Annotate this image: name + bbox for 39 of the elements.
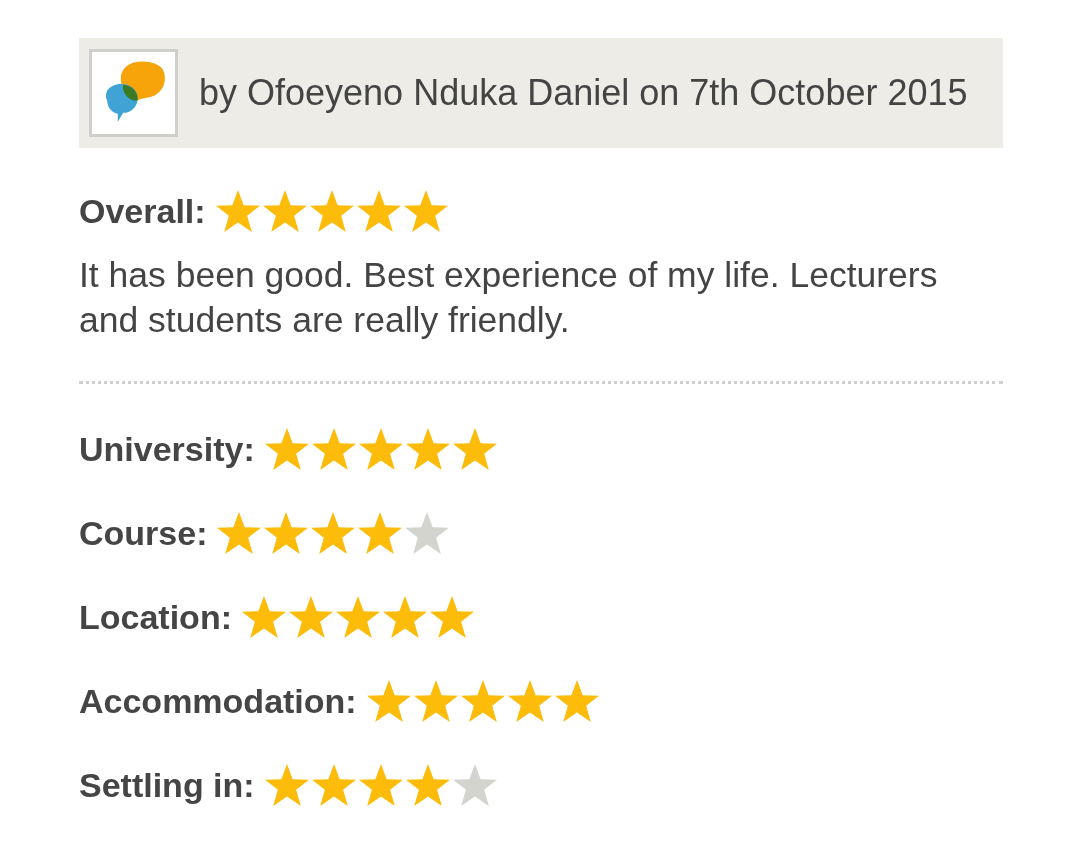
star-icon	[366, 680, 411, 722]
review-comment: It has been good. Best experience of my life. Lecturers and students are really friendly.	[79, 254, 939, 342]
star-icon	[554, 680, 599, 722]
star-icon	[405, 428, 450, 470]
star-icon	[311, 764, 356, 806]
star-icon	[289, 596, 333, 638]
star-icon	[430, 596, 474, 638]
rating-label: Settling in:	[79, 768, 255, 802]
star-icon	[358, 428, 403, 470]
star-icon	[264, 764, 309, 806]
star-icon	[217, 512, 262, 554]
star-icon	[358, 512, 403, 554]
star-icon	[405, 512, 450, 554]
star-icon	[311, 428, 356, 470]
star-icon	[311, 512, 356, 554]
star-icon	[264, 428, 309, 470]
star-icon	[413, 680, 458, 722]
chat-bubbles-icon	[89, 49, 178, 137]
star-icon	[336, 596, 380, 638]
star-icon	[452, 428, 497, 470]
star-icon	[405, 764, 450, 806]
star-icon	[460, 680, 505, 722]
author-line: by Ofoeyeno Nduka Daniel on 7th October 2015	[199, 71, 968, 115]
star-icon	[264, 512, 309, 554]
rating-label: University:	[79, 432, 255, 466]
star-icon	[262, 190, 307, 232]
star-icon	[507, 680, 552, 722]
rating-label: Course:	[79, 516, 208, 550]
star-icon	[242, 596, 286, 638]
star-icon	[309, 190, 354, 232]
star-icon	[452, 764, 497, 806]
star-icon	[403, 190, 448, 232]
star-icon	[215, 190, 260, 232]
star-icon	[383, 596, 427, 638]
star-icon	[356, 190, 401, 232]
rating-label: Overall:	[79, 194, 206, 228]
rating-label: Location:	[79, 600, 232, 634]
star-icon	[358, 764, 403, 806]
rating-label: Accommodation:	[79, 684, 357, 718]
